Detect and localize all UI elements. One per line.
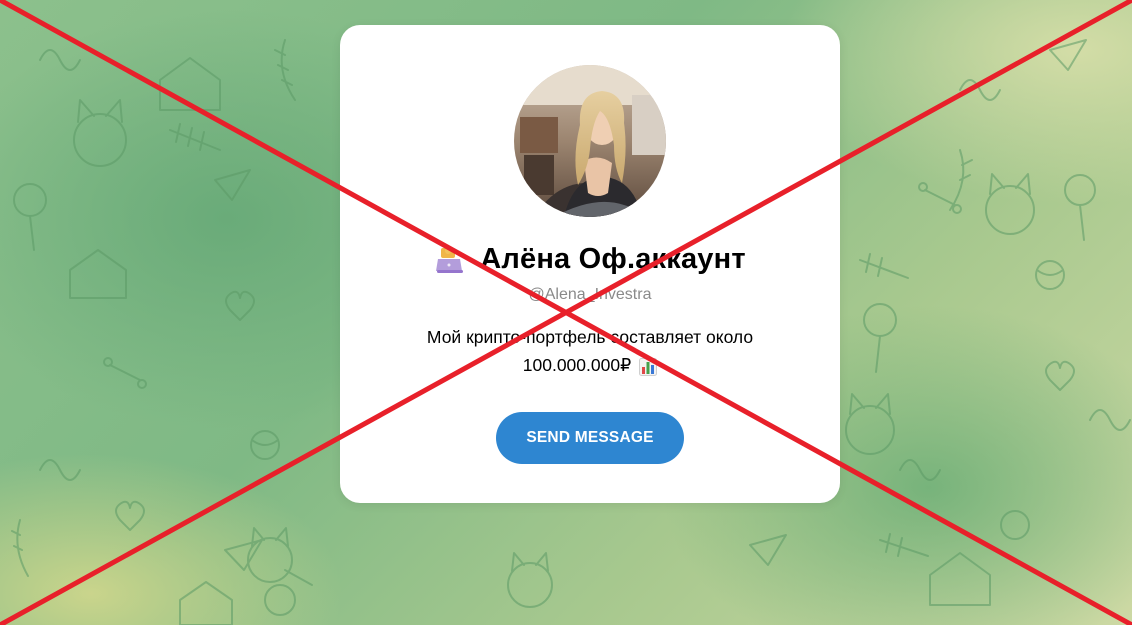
bio-line-1: Мой крипто-портфель составляет около (426, 327, 754, 347)
bio-line-2: 100.000.000₽ (522, 355, 632, 375)
send-message-button[interactable]: SEND MESSAGE (496, 412, 684, 464)
telegram-preview-page: Алёна Оф.аккаунт @Alena_Investra Мой кри… (0, 0, 1132, 625)
bio-line-2-row: 100.000.000₽ (522, 351, 658, 379)
bar-chart-emoji-icon (639, 356, 658, 376)
profile-name: Алёна Оф.аккаунт (480, 242, 746, 275)
profile-avatar[interactable] (514, 65, 666, 217)
laptop-emoji-icon (434, 243, 466, 275)
profile-bio: Мой крипто-портфель составляет около 100… (380, 323, 800, 379)
profile-card: Алёна Оф.аккаунт @Alena_Investra Мой кри… (340, 25, 840, 503)
profile-username[interactable]: @Alena_Investra (340, 286, 840, 304)
profile-name-row: Алёна Оф.аккаунт (340, 239, 840, 279)
